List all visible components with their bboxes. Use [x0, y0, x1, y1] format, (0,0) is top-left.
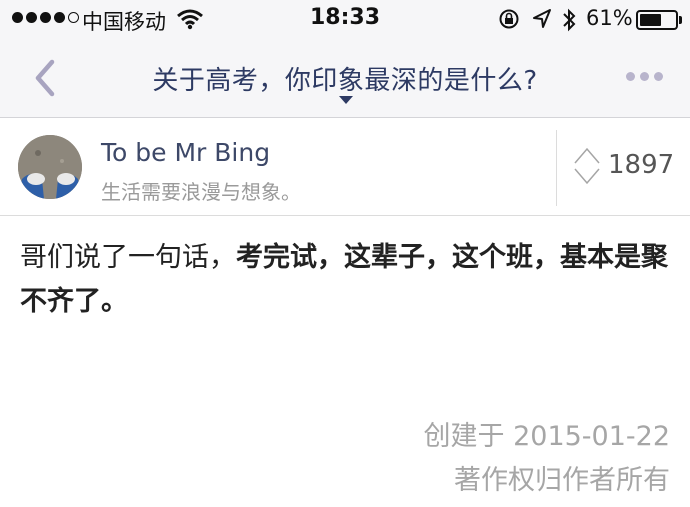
more-button[interactable]	[626, 72, 663, 81]
created-date: 创建于 2015-01-22	[423, 421, 671, 452]
answer-body: 哥们说了一句话，考完试，这辈子，这个班，基本是聚不齐了。	[20, 236, 670, 324]
battery-fill	[640, 14, 661, 26]
nav-bar: 关于高考，你印象最深的是什么?	[0, 38, 690, 118]
avatar-image	[18, 135, 82, 199]
location-icon	[533, 9, 551, 28]
answer-text-normal: 哥们说了一句话，	[20, 242, 236, 273]
more-dot	[640, 72, 649, 81]
page-title[interactable]: 关于高考，你印象最深的是什么?	[0, 60, 690, 97]
avatar[interactable]	[18, 135, 82, 199]
more-dot	[626, 72, 635, 81]
rotation-lock-icon	[499, 9, 519, 29]
battery-percent: 61%	[586, 6, 633, 30]
status-bar: 中国移动 18:33 61%	[0, 0, 690, 38]
author-name[interactable]: To be Mr Bing	[101, 138, 270, 167]
caret-down-icon[interactable]	[339, 96, 353, 104]
battery-tip	[679, 16, 682, 24]
battery-icon	[636, 10, 678, 30]
author-bio: 生活需要浪漫与想象。	[101, 180, 301, 204]
more-dot	[654, 72, 663, 81]
vote-count[interactable]: 1897	[608, 150, 674, 180]
copyright-notice: 著作权归作者所有	[454, 465, 670, 496]
vote-arrows-icon[interactable]	[572, 146, 602, 186]
divider	[556, 130, 557, 206]
bluetooth-icon	[563, 8, 576, 32]
author-row[interactable]: To be Mr Bing 生活需要浪漫与想象。 1897	[0, 118, 690, 216]
